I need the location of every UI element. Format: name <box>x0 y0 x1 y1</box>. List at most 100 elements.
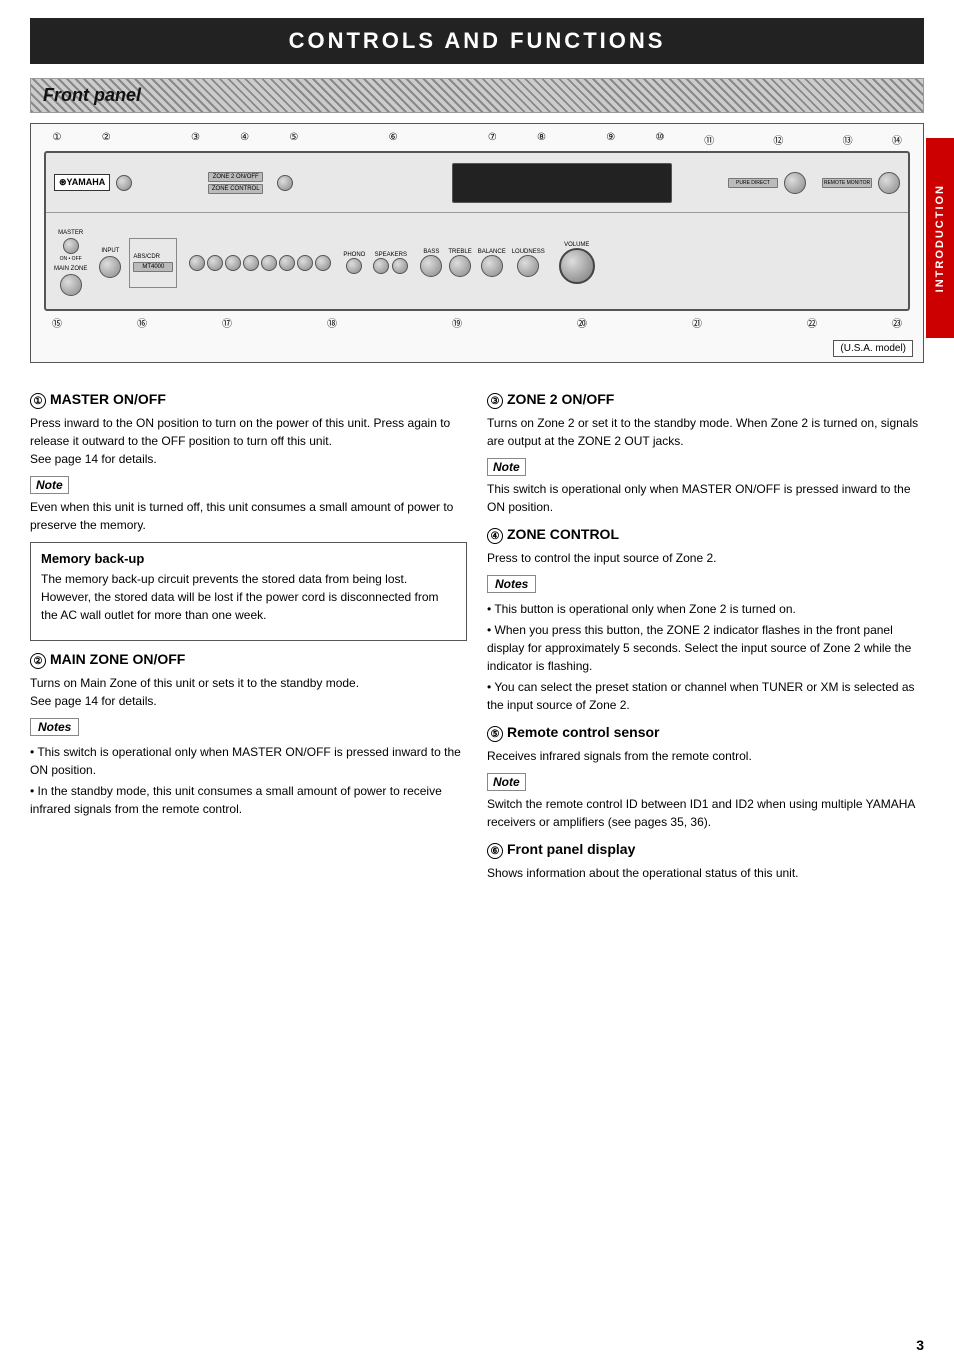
section-2-title: MAIN ZONE ON/OFF <box>50 651 185 667</box>
section-4-title: ZONE CONTROL <box>507 526 619 542</box>
track-6 <box>279 255 295 271</box>
callout-19: ⑲ <box>449 315 465 330</box>
section-5-title: Remote control sensor <box>507 724 659 740</box>
callout-22: ㉒ <box>804 315 820 330</box>
input-knob <box>99 256 121 278</box>
section-5-body: Receives infrared signals from the remot… <box>487 747 924 765</box>
section-master-onoff: ① MASTER ON/OFF Press inward to the ON p… <box>30 391 467 641</box>
section-6-body: Shows information about the operational … <box>487 864 924 882</box>
monitor-knob <box>878 172 900 194</box>
track-7 <box>297 255 313 271</box>
callout-4: ④ <box>237 132 253 147</box>
bass-knob <box>420 255 442 277</box>
usa-model-label: (U.S.A. model) <box>833 340 913 357</box>
treble-knob <box>449 255 471 277</box>
circled-1: ① <box>30 393 46 409</box>
track-5 <box>261 255 277 271</box>
track-4 <box>243 255 259 271</box>
section-zone2: ③ ZONE 2 ON/OFF Turns on Zone 2 or set i… <box>487 391 924 516</box>
section-4-heading: ④ ZONE CONTROL <box>487 526 924 544</box>
section-1-body: Press inward to the ON position to turn … <box>30 414 467 468</box>
callout-5: ⑤ <box>286 132 302 147</box>
balance-knob <box>481 255 503 277</box>
section-3-body: Turns on Zone 2 or set it to the standby… <box>487 414 924 450</box>
callout-8: ⑧ <box>534 132 550 147</box>
track-8 <box>315 255 331 271</box>
callout-9: ⑨ <box>603 132 619 147</box>
front-display <box>452 163 672 203</box>
section-remote-sensor: ⑤ Remote control sensor Receives infrare… <box>487 724 924 831</box>
section-1-title: MASTER ON/OFF <box>50 391 166 407</box>
note-3-label: Note <box>487 458 526 476</box>
content-area: ① MASTER ON/OFF Press inward to the ON p… <box>30 381 924 892</box>
section-5-heading: ⑤ Remote control sensor <box>487 724 924 742</box>
section-1-heading: ① MASTER ON/OFF <box>30 391 467 409</box>
zone-knob <box>277 175 293 191</box>
section-3-title: ZONE 2 ON/OFF <box>507 391 614 407</box>
front-panel-header: Front panel <box>30 78 924 113</box>
notes-4-list: This button is operational only when Zon… <box>487 600 924 714</box>
notes-4-item-2: When you press this button, the ZONE 2 i… <box>487 621 924 675</box>
spk-a <box>373 258 389 274</box>
callout-13: ⑬ <box>840 132 856 147</box>
notes-4-item-1: This button is operational only when Zon… <box>487 600 924 618</box>
callout-6: ⑥ <box>385 132 401 147</box>
note-1-body: Even when this unit is turned off, this … <box>30 498 467 534</box>
section-6-heading: ⑥ Front panel display <box>487 841 924 859</box>
callout-11: ⑪ <box>701 132 717 147</box>
device-illustration: ⊛YAMAHA ZONE 2 ON/OFF ZONE CONTROL PURE … <box>44 151 910 311</box>
master-knob <box>116 175 132 191</box>
monitor-btn: REMOTE MONITOR <box>822 178 872 188</box>
phono-knob <box>346 258 362 274</box>
volume-knob <box>559 248 595 284</box>
section-main-zone: ② MAIN ZONE ON/OFF Turns on Main Zone of… <box>30 651 467 818</box>
notes-4-label: Notes <box>487 575 536 593</box>
circled-4: ④ <box>487 528 503 544</box>
circled-5: ⑤ <box>487 726 503 742</box>
callout-1: ① <box>49 132 65 147</box>
tape-btn: MT4000 <box>133 262 173 272</box>
section-6-title: Front panel display <box>507 841 635 857</box>
right-column: ③ ZONE 2 ON/OFF Turns on Zone 2 or set i… <box>487 381 924 892</box>
callout-18: ⑱ <box>324 315 340 330</box>
device-bottom: MASTER ON • OFF MAIN ZONE INPUT ABS/CDR … <box>46 213 908 313</box>
section-3-heading: ③ ZONE 2 ON/OFF <box>487 391 924 409</box>
notes-2-item-1: This switch is operational only when MAS… <box>30 743 467 779</box>
memory-backup-body: The memory back-up circuit prevents the … <box>41 570 456 624</box>
callout-3: ③ <box>187 132 203 147</box>
notes-2-list: This switch is operational only when MAS… <box>30 743 467 818</box>
master-vol-knob <box>63 238 79 254</box>
section-front-display: ⑥ Front panel display Shows information … <box>487 841 924 882</box>
diagram-area: ① ② ③ ④ ⑤ ⑥ ⑦ ⑧ ⑨ ⑩ ⑪ ⑫ ⑬ ⑭ ⊛YAMAHA ZONE… <box>30 123 924 363</box>
spk-b <box>392 258 408 274</box>
notes-4-item-3: You can select the preset station or cha… <box>487 678 924 714</box>
track-1 <box>189 255 205 271</box>
notes-2-label: Notes <box>30 718 79 736</box>
intro-sidebar: INTRODUCTION <box>926 138 954 338</box>
callout-15: ⑮ <box>49 315 65 330</box>
section-2-body: Turns on Main Zone of this unit or sets … <box>30 674 467 710</box>
callout-16: ⑯ <box>134 315 150 330</box>
track-3 <box>225 255 241 271</box>
note-5-label: Note <box>487 773 526 791</box>
memory-backup-title: Memory back-up <box>41 551 456 566</box>
circled-2: ② <box>30 653 46 669</box>
yamaha-logo: ⊛YAMAHA <box>54 174 110 191</box>
section-2-heading: ② MAIN ZONE ON/OFF <box>30 651 467 669</box>
callout-17: ⑰ <box>219 315 235 330</box>
section-zone-ctrl: ④ ZONE CONTROL Press to control the inpu… <box>487 526 924 714</box>
zone-ctrl-btn: ZONE CONTROL <box>208 184 263 194</box>
callout-numbers-bottom: ⑮ ⑯ ⑰ ⑱ ⑲ ⑳ ㉑ ㉒ ㉓ <box>39 311 915 330</box>
callout-10: ⑩ <box>652 132 668 147</box>
note-1-label: Note <box>30 476 69 494</box>
callout-7: ⑦ <box>484 132 500 147</box>
intro-sidebar-label: INTRODUCTION <box>934 184 946 292</box>
circled-3: ③ <box>487 393 503 409</box>
callout-12: ⑫ <box>770 132 786 147</box>
note-3-body: This switch is operational only when MAS… <box>487 480 924 516</box>
callout-21: ㉑ <box>689 315 705 330</box>
main-zone-knob <box>60 274 82 296</box>
callout-14: ⑭ <box>889 132 905 147</box>
callout-20: ⑳ <box>574 315 590 330</box>
note-5-body: Switch the remote control ID between ID1… <box>487 795 924 831</box>
